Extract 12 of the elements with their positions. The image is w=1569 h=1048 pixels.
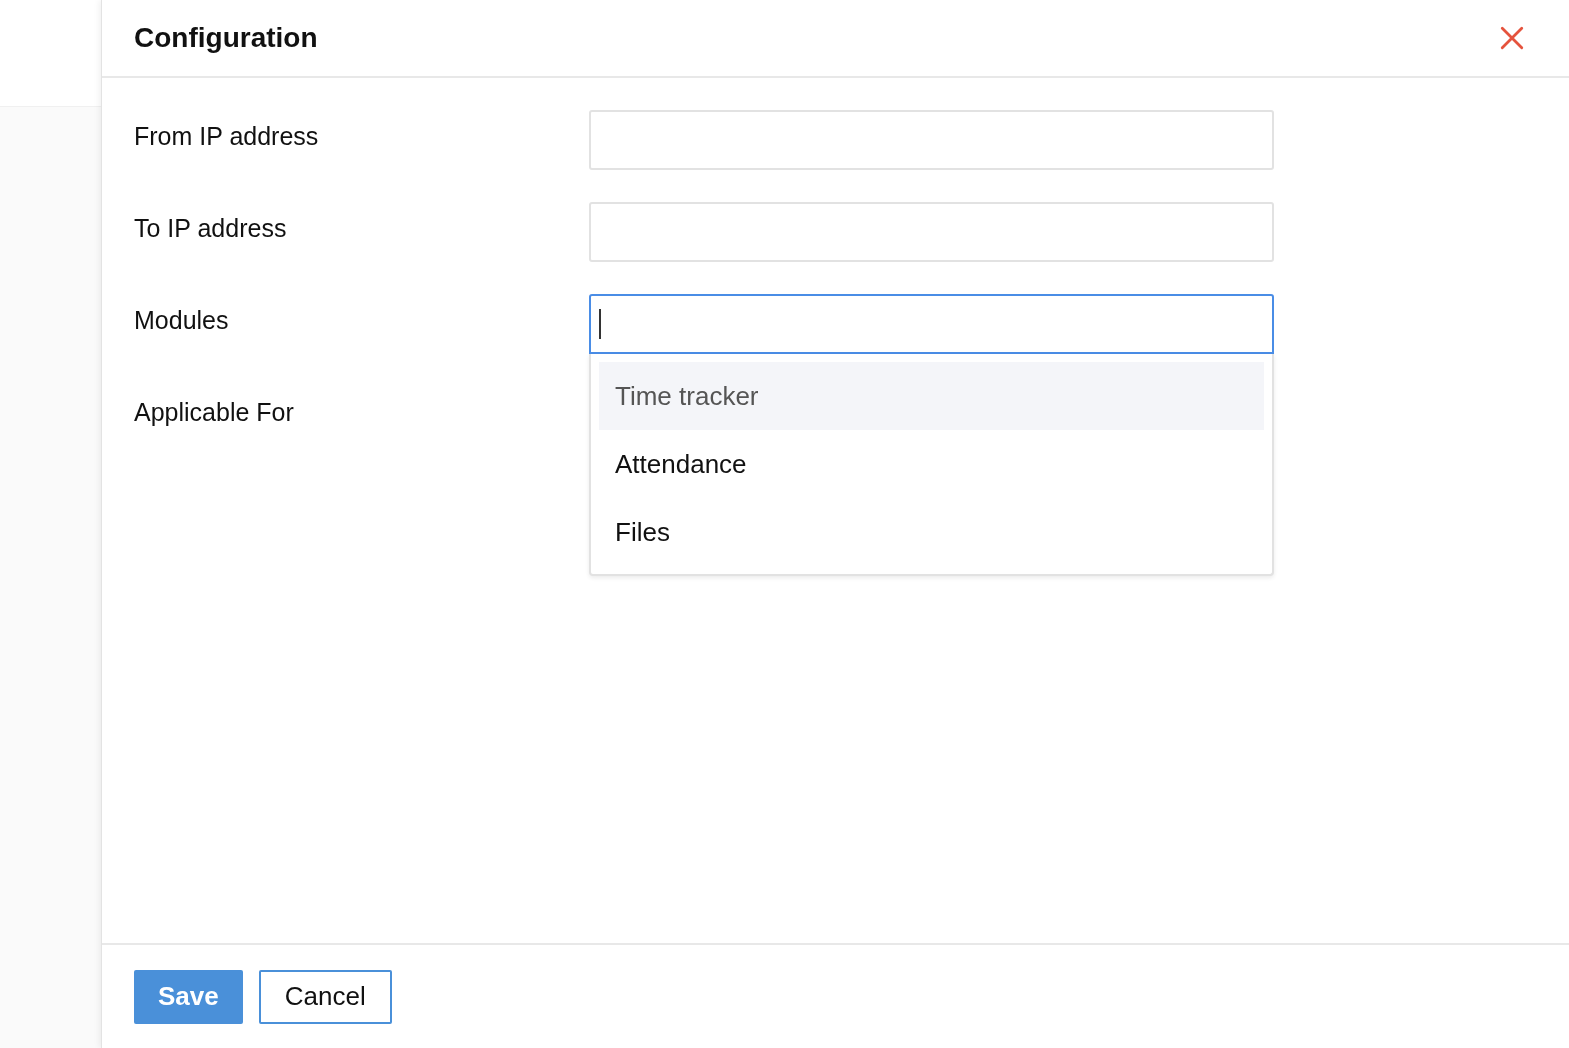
dropdown-option[interactable]: Attendance xyxy=(599,430,1264,498)
text-cursor xyxy=(599,309,601,339)
dialog-title: Configuration xyxy=(134,21,318,55)
field-label: From IP address xyxy=(134,121,320,152)
dropdown-option[interactable]: Time tracker xyxy=(599,362,1264,430)
field-label: Modules xyxy=(134,305,230,336)
dropdown-option[interactable]: Files xyxy=(599,498,1264,566)
close-icon[interactable] xyxy=(1499,25,1525,51)
cancel-button[interactable]: Cancel xyxy=(258,969,392,1024)
field-label: To IP address xyxy=(134,213,288,244)
field-label: Applicable For xyxy=(134,397,295,428)
input-field[interactable] xyxy=(589,294,1274,354)
